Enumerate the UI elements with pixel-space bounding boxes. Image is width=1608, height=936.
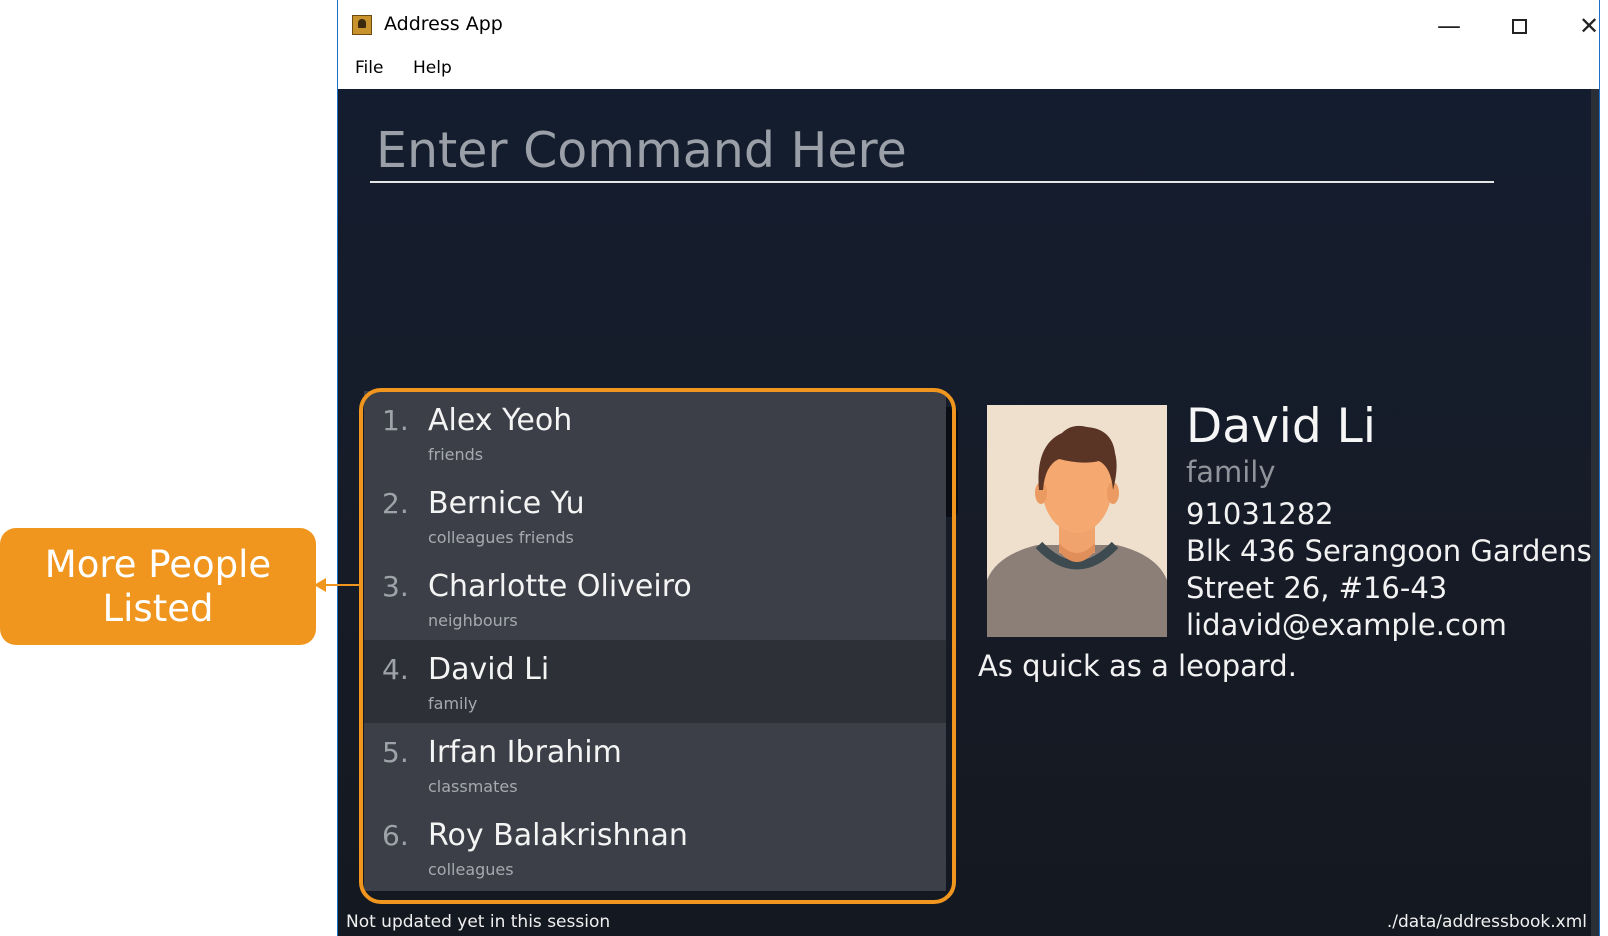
menu-bar: File Help	[338, 50, 1599, 89]
detail-address-line2: Street 26, #16-43	[1186, 571, 1448, 605]
sync-status: Not updated yet in this session	[346, 912, 611, 932]
list-highlight-outline	[359, 388, 956, 904]
maximize-icon	[1511, 18, 1527, 34]
detail-name: David Li	[1186, 399, 1376, 454]
callout-line2: Listed	[102, 586, 214, 630]
command-input[interactable]	[370, 119, 1494, 181]
menu-file[interactable]: File	[355, 58, 383, 78]
detail-quote: As quick as a leopard.	[978, 649, 1297, 683]
menu-help[interactable]: Help	[413, 58, 452, 78]
avatar	[987, 405, 1167, 637]
save-location: ./data/addressbook.xml	[1386, 912, 1587, 932]
maximize-button[interactable]	[1486, 4, 1552, 48]
detail-email: lidavid@example.com	[1186, 608, 1507, 642]
close-icon: ✕	[1578, 12, 1600, 40]
callout-arrowhead	[314, 578, 326, 592]
detail-phone: 91031282	[1186, 497, 1334, 531]
close-button[interactable]: ✕	[1556, 4, 1600, 48]
detail-address-line1: Blk 436 Serangoon Gardens	[1186, 534, 1592, 568]
minimize-button[interactable]: —	[1416, 4, 1482, 48]
callout-line1: More People	[44, 542, 272, 586]
minimize-icon: —	[1437, 12, 1461, 40]
title-bar: Address App — ✕	[338, 0, 1599, 50]
command-box	[370, 119, 1494, 183]
address-book-icon	[352, 15, 372, 35]
annotation-callout: More People Listed	[0, 528, 316, 645]
window-title: Address App	[384, 13, 503, 35]
scrollbar[interactable]	[1591, 89, 1599, 936]
detail-tag: family	[1186, 455, 1276, 489]
